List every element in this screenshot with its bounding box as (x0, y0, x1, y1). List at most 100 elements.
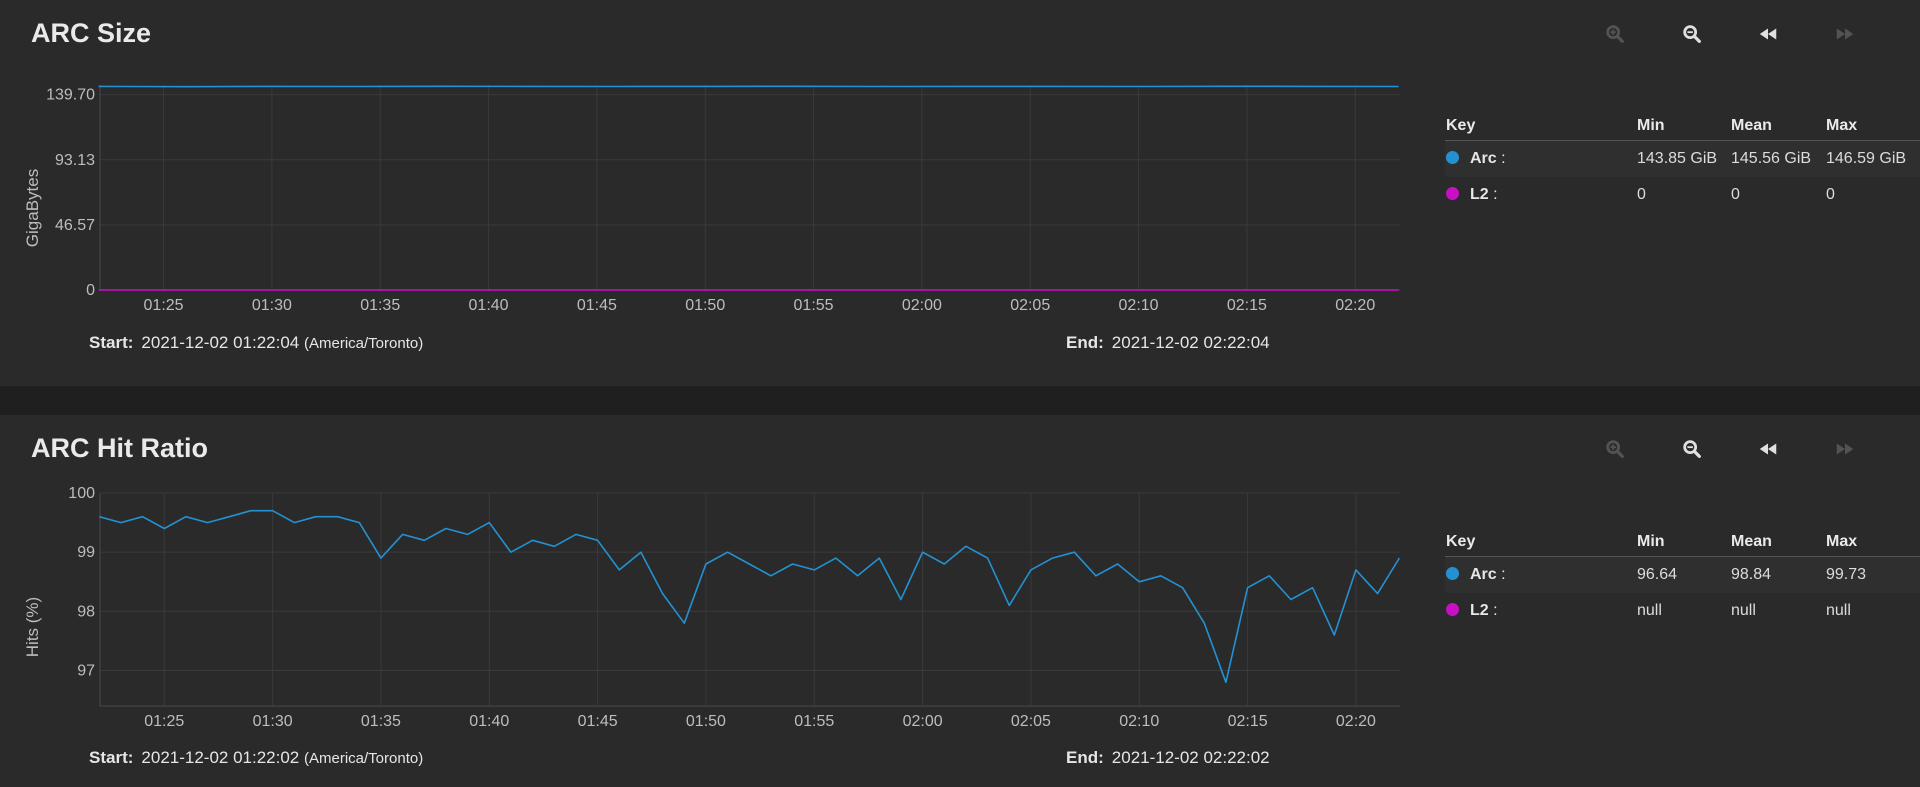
y-tick-label: 97 (77, 663, 95, 680)
x-tick-label: 02:10 (1119, 713, 1159, 730)
x-tick-label: 01:35 (360, 297, 400, 314)
x-tick-label: 01:25 (144, 713, 184, 730)
series-suffix: : (1501, 150, 1506, 167)
legend-max-header: Max (1826, 533, 1858, 550)
series-name: L2 (1470, 186, 1489, 203)
rewind-icon[interactable] (1754, 435, 1782, 463)
start-time: 2021-12-02 01:22:02 (141, 748, 300, 767)
series-name: Arc (1470, 150, 1497, 167)
legend-min-value: 96.64 (1637, 566, 1678, 583)
end-label: End: (1066, 333, 1104, 352)
series-name: Arc (1470, 566, 1497, 583)
end-time: 2021-12-02 02:22:02 (1111, 748, 1270, 767)
start-range: Start: 2021-12-02 01:22:04 (America/Toron… (89, 333, 423, 353)
start-time: 2021-12-02 01:22:04 (141, 333, 300, 352)
y-tick-label: 93.13 (55, 152, 95, 169)
end-label: End: (1066, 748, 1104, 767)
zoom-out-icon[interactable] (1678, 20, 1706, 48)
series-suffix: : (1493, 602, 1498, 619)
legend-max-value: 146.59 GiB (1826, 150, 1907, 167)
x-tick-label: 01:45 (577, 297, 617, 314)
legend-row-l2[interactable]: L2 : 0 0 0 (1445, 177, 1920, 213)
y-tick-label: 0 (86, 282, 95, 299)
y-tick-label: 46.57 (55, 217, 95, 234)
legend-max-value: 99.73 (1826, 566, 1867, 583)
x-tick-label: 01:45 (578, 713, 618, 730)
legend-row-l2[interactable]: L2 : null null null (1445, 593, 1920, 629)
fast-forward-icon[interactable] (1831, 20, 1859, 48)
legend-series-key: L2 : (1446, 602, 1498, 620)
series-color-dot (1446, 567, 1459, 580)
legend-max-value: null (1826, 602, 1851, 619)
y-tick-label: 139.70 (46, 87, 95, 104)
x-tick-label: 02:15 (1228, 713, 1268, 730)
plot-area (100, 493, 1400, 706)
legend-min-header: Min (1637, 117, 1665, 134)
y-tick-label: 100 (68, 485, 95, 502)
legend-table: Key Min Mean Max Arc : 96.64 98.84 99.73… (1445, 528, 1920, 629)
series-color-dot (1446, 151, 1459, 164)
start-label: Start: (89, 748, 134, 767)
legend-series-key: Arc : (1446, 150, 1506, 168)
rewind-icon[interactable] (1754, 20, 1782, 48)
x-tick-label: 01:30 (253, 713, 293, 730)
arc-size-chart: 01:25 01:30 01:35 01:40 01:45 01:50 01:55 02:00… (23, 85, 1400, 314)
legend-mean-value: 145.56 GiB (1731, 150, 1812, 167)
x-tick-label: 02:00 (902, 297, 942, 314)
x-tick-label: 02:20 (1336, 713, 1376, 730)
series-color-dot (1446, 187, 1459, 200)
legend-min-header: Min (1637, 533, 1665, 550)
x-tick-label: 02:10 (1119, 297, 1159, 314)
series-suffix: : (1501, 566, 1506, 583)
plot-area (100, 85, 1400, 290)
start-label: Start: (89, 333, 134, 352)
x-tick-label: 02:05 (1010, 297, 1050, 314)
x-tick-label: 02:15 (1227, 297, 1267, 314)
legend-header: Key Min Mean Max (1445, 112, 1920, 141)
end-range: End: 2021-12-02 02:22:04 (1066, 333, 1270, 353)
legend-min-value: null (1637, 602, 1662, 619)
x-tick-label: 01:55 (794, 713, 834, 730)
y-tick-label: 98 (77, 603, 95, 620)
legend-mean-value: 0 (1731, 186, 1740, 203)
x-tick-label: 02:05 (1011, 713, 1051, 730)
legend-key-header: Key (1446, 533, 1476, 550)
arc-hit-ratio-panel: ARC Hit Ratio 01:25 01:30 01:35 01:40 01:45 0… (0, 415, 1920, 787)
x-tick-label: 02:20 (1335, 297, 1375, 314)
legend-mean-value: null (1731, 602, 1756, 619)
x-tick-label: 01:25 (144, 297, 184, 314)
end-range: End: 2021-12-02 02:22:02 (1066, 748, 1270, 768)
legend-series-key: Arc : (1446, 566, 1506, 584)
arc-hit-ratio-chart: 01:25 01:30 01:35 01:40 01:45 01:50 01:55 02:00… (23, 485, 1400, 730)
legend-row-arc[interactable]: Arc : 143.85 GiB 145.56 GiB 146.59 GiB (1445, 141, 1920, 177)
legend-mean-header: Mean (1731, 533, 1772, 550)
zoom-out-icon[interactable] (1678, 435, 1706, 463)
end-time: 2021-12-02 02:22:04 (1111, 333, 1270, 352)
y-tick-label: 99 (77, 544, 95, 561)
legend-key-header: Key (1446, 117, 1476, 134)
y-axis-label: GigaBytes (23, 169, 42, 247)
series-color-dot (1446, 603, 1459, 616)
series-suffix: : (1493, 186, 1498, 203)
x-tick-label: 01:30 (252, 297, 292, 314)
zoom-in-icon[interactable] (1601, 435, 1629, 463)
legend-row-arc[interactable]: Arc : 96.64 98.84 99.73 (1445, 557, 1920, 593)
legend-min-value: 143.85 GiB (1637, 150, 1718, 167)
x-tick-label: 01:40 (469, 713, 509, 730)
zoom-in-icon[interactable] (1601, 20, 1629, 48)
x-tick-label: 01:35 (361, 713, 401, 730)
fast-forward-icon[interactable] (1831, 435, 1859, 463)
x-tick-label: 01:40 (469, 297, 509, 314)
y-axis-label: Hits (%) (23, 597, 42, 657)
x-tick-label: 02:00 (903, 713, 943, 730)
x-tick-label: 01:50 (685, 297, 725, 314)
legend-table: Key Min Mean Max Arc : 143.85 GiB 145.56… (1445, 112, 1920, 213)
legend-mean-header: Mean (1731, 117, 1772, 134)
panel-separator (0, 386, 1920, 415)
legend-header: Key Min Mean Max (1445, 528, 1920, 557)
x-tick-label: 01:55 (794, 297, 834, 314)
legend-max-value: 0 (1826, 186, 1835, 203)
legend-max-header: Max (1826, 117, 1858, 134)
timezone: (America/Toronto) (304, 335, 424, 352)
legend-series-key: L2 : (1446, 186, 1498, 204)
